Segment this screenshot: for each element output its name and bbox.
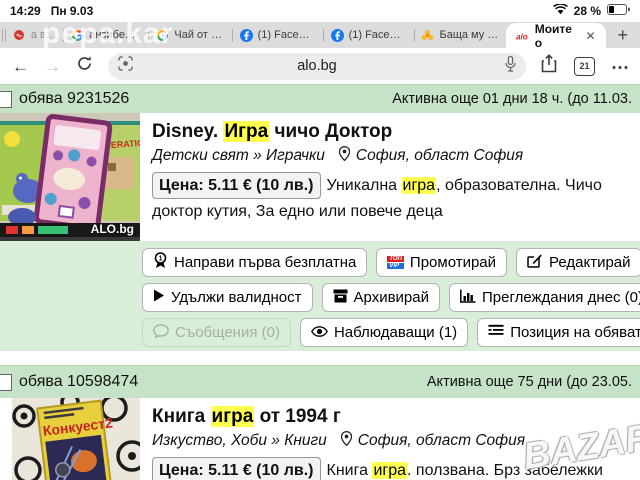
share-icon[interactable] — [541, 54, 557, 78]
location-pin-icon — [341, 431, 352, 451]
archive-button[interactable]: Архивирай — [322, 283, 440, 312]
listing2-active-status: Активна още 75 дни (до 23.05. — [427, 374, 632, 390]
url-text[interactable]: alo.bg — [108, 58, 526, 74]
listing2-title[interactable]: Книга игра от 1994 г — [152, 405, 640, 429]
listing2-checkbox[interactable] — [0, 374, 12, 391]
tab-label: а вч 9 — [31, 29, 57, 41]
alo-favicon-icon: alo — [516, 29, 529, 42]
close-tab-icon[interactable]: ✕ — [581, 29, 595, 43]
browser-toolbar: ← → alo.bg 21 — [0, 48, 640, 84]
photo-watermark: ALO.bg — [91, 222, 134, 236]
edit-button[interactable]: Редактирай — [516, 248, 640, 277]
tab-active-alo[interactable]: alo Моите о ✕ — [506, 23, 606, 48]
browser-window: 14:29 Пн 9.03 28 % а вч 9 анзибел ме — [0, 0, 640, 480]
listing2-header-bar: обява 10598474 Активна още 75 дни (до 23… — [0, 365, 640, 398]
listing2-content: Конкуест2 Книга игра от 1994 г Изкуство,… — [0, 398, 640, 480]
battery-icon — [607, 4, 630, 18]
listing1-category[interactable]: Детски свят » Играчки — [152, 147, 325, 165]
menu-icon[interactable] — [612, 57, 628, 75]
listing1-checkbox[interactable] — [0, 91, 12, 108]
views-today-button[interactable]: Преглеждания днес (0) — [449, 283, 640, 312]
listing1-header-bar: обява 9231526 Активна още 01 дни 18 ч. (… — [0, 84, 640, 113]
tab-label: Чай от суш — [174, 29, 224, 41]
tab-facebook-1[interactable]: (1) Facebook — [233, 22, 323, 48]
tab-obscured[interactable]: а вч 9 — [6, 22, 64, 48]
listing2-id: обява 10598474 — [19, 373, 138, 391]
reload-icon[interactable] — [76, 55, 93, 77]
section-gap — [0, 351, 640, 365]
tab-google-1[interactable]: анзибел ме — [64, 22, 148, 48]
edit-icon — [527, 253, 543, 272]
listing1-content: OPERATION ALO.bg — [0, 113, 640, 241]
status-bar: 14:29 Пн 9.03 28 % — [0, 0, 640, 22]
svg-text:alo: alo — [516, 32, 528, 41]
clock: 14:29 — [10, 4, 41, 18]
promote-button[interactable]: ТОПVIP Промотирай — [376, 248, 507, 277]
forward-icon[interactable]: → — [44, 58, 61, 75]
facebook-icon — [331, 29, 344, 42]
listing2-price: Цена: 5.11 € (10 лв.) — [152, 457, 321, 480]
tab-strip: а вч 9 анзибел ме Чай от суш (1) Faceboo… — [0, 22, 640, 48]
listing1-actions: 1 Направи първа безплатна ТОПVIP Промоти… — [0, 241, 640, 351]
highlight: Игра — [223, 121, 269, 142]
facebook-icon — [240, 29, 253, 42]
bar-chart-icon — [460, 289, 476, 307]
watchers-button[interactable]: Наблюдаващи (1) — [300, 318, 468, 347]
messages-button[interactable]: Съобщения (0) — [142, 318, 291, 347]
listing1-location: София, област София — [356, 147, 523, 165]
new-tab-button[interactable]: + — [606, 25, 640, 46]
tab-label: (1) Facebook — [349, 29, 407, 41]
eye-icon — [311, 324, 328, 341]
tab-bashta[interactable]: Баща му е М — [414, 22, 505, 48]
listing2-category[interactable]: Изкуство, Хоби » Книги — [152, 432, 327, 450]
list-icon — [488, 324, 504, 341]
highlight: игра — [372, 462, 407, 479]
listing2-photo[interactable]: Конкуест2 — [12, 398, 140, 480]
address-bar[interactable]: alo.bg — [108, 53, 526, 80]
play-icon — [153, 289, 165, 306]
tab-google-2[interactable]: Чай от суш — [149, 22, 231, 48]
chat-icon — [153, 324, 169, 342]
tab-label: анзибел ме — [89, 29, 141, 41]
highlight: игра — [402, 177, 437, 194]
tab-facebook-2[interactable]: (1) Facebook — [324, 22, 414, 48]
back-icon[interactable]: ← — [12, 58, 29, 75]
tab-label: (1) Facebook — [258, 29, 316, 41]
extend-validity-button[interactable]: Удължи валидност — [142, 283, 313, 312]
google-icon — [71, 29, 84, 42]
listing1-price: Цена: 5.11 € (10 лв.) — [152, 172, 321, 199]
listing1-active-status: Активна още 01 дни 18 ч. (до 11.03. — [392, 91, 632, 107]
location-pin-icon — [339, 146, 350, 166]
google-icon — [156, 29, 169, 42]
red-favicon-icon — [13, 29, 26, 42]
tab-label: Моите о — [535, 22, 576, 50]
listing2-location: София, област София — [358, 432, 525, 450]
tab-separator — [2, 29, 3, 42]
flower-favicon-icon — [421, 29, 434, 42]
listing1-id: обява 9231526 — [19, 90, 129, 108]
svg-text:1: 1 — [159, 256, 163, 263]
medal-icon: 1 — [153, 252, 168, 273]
top-vip-icon: ТОПVIP — [387, 256, 404, 269]
tab-switcher-icon[interactable]: 21 — [574, 57, 595, 76]
position-button[interactable]: Позиция на обявата — [477, 318, 640, 347]
highlight: игра — [211, 406, 255, 427]
listing1-title[interactable]: Disney. Игра чичо Доктор — [152, 120, 640, 144]
archive-icon — [333, 289, 348, 307]
wifi-icon — [553, 4, 568, 18]
date: Пн 9.03 — [51, 4, 94, 18]
battery-percent: 28 % — [574, 4, 601, 18]
make-first-free-button[interactable]: 1 Направи първа безплатна — [142, 248, 367, 277]
listing1-photo[interactable]: OPERATION ALO.bg — [0, 113, 140, 241]
tab-label: Баща му е М — [439, 29, 498, 41]
